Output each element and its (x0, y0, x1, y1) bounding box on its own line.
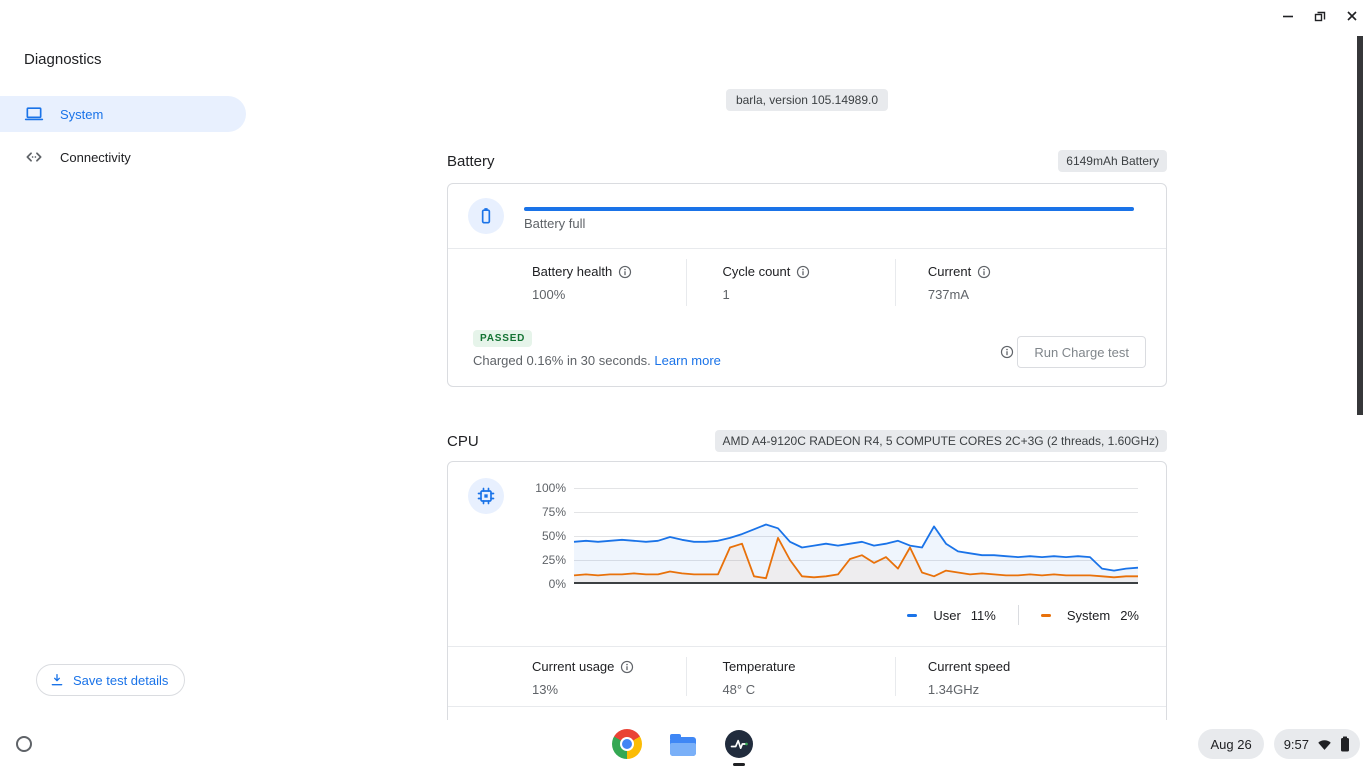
sidebar-item-system[interactable]: System (0, 96, 246, 132)
ytick-100: 100% (456, 481, 566, 495)
chrome-app-button[interactable] (611, 728, 643, 760)
laptop-icon (24, 104, 44, 124)
restore-icon (1312, 8, 1328, 24)
battery-section-header: Battery 6149mAh Battery (447, 150, 1167, 172)
status-area: Aug 26 9:57 (1198, 729, 1360, 759)
date-label: Aug 26 (1210, 737, 1251, 752)
cpu-model-badge: AMD A4-9120C RADEON R4, 5 COMPUTE CORES … (715, 430, 1167, 452)
user-legend-dash (907, 614, 917, 617)
cpu-chart-legend: User 11% System 2% (907, 605, 1139, 625)
cpu-stats-row: Current usage 13% Temperature 48° C Curr… (448, 646, 1166, 706)
battery-icon (476, 206, 496, 226)
ytick-25: 25% (456, 553, 566, 567)
save-test-details-button[interactable]: Save test details (36, 664, 185, 696)
battery-status-icon (1340, 736, 1350, 752)
battery-capacity-badge: 6149mAh Battery (1058, 150, 1167, 172)
save-test-details-label: Save test details (73, 673, 168, 688)
current-usage-value: 13% (532, 682, 686, 697)
info-icon[interactable] (618, 265, 632, 279)
temperature-value: 48° C (722, 682, 894, 697)
diagnostics-app-button[interactable] (723, 728, 755, 760)
current-label: Current (928, 264, 971, 279)
ytick-0: 0% (456, 577, 566, 591)
close-icon (1344, 8, 1360, 24)
learn-more-link[interactable]: Learn more (654, 353, 720, 368)
battery-section-title: Battery (447, 153, 495, 170)
shelf: Aug 26 9:57 (0, 720, 1366, 768)
charge-test-result-text: Charged 0.16% in 30 seconds. (473, 353, 651, 368)
cpu-section-title: CPU (447, 433, 479, 450)
app-title: Diagnostics (24, 51, 102, 68)
sidebar-nav: System Connectivity (0, 96, 246, 182)
connectivity-icon (24, 147, 44, 167)
launcher-button[interactable] (8, 728, 40, 760)
battery-health-value: 100% (532, 287, 686, 302)
scrollbar-thumb[interactable] (1357, 36, 1363, 415)
shelf-apps (611, 728, 755, 760)
window-controls (1278, 6, 1362, 26)
info-icon[interactable] (977, 265, 991, 279)
battery-card: Battery full Battery health 100% Cycle c… (447, 183, 1167, 387)
date-pill[interactable]: Aug 26 (1198, 729, 1263, 759)
launcher-icon (16, 736, 32, 752)
current-value: 737mA (928, 287, 1166, 302)
time-label: 9:57 (1284, 737, 1309, 752)
system-tray[interactable]: 9:57 (1274, 729, 1360, 759)
user-legend-value: 11% (971, 608, 996, 623)
battery-status-label: Battery full (524, 216, 585, 231)
current-speed-label: Current speed (928, 659, 1010, 674)
ytick-75: 75% (456, 505, 566, 519)
restore-button[interactable] (1310, 6, 1330, 26)
sidebar-item-connectivity[interactable]: Connectivity (0, 139, 246, 175)
sidebar-item-label: System (60, 107, 103, 122)
sidebar-item-label: Connectivity (60, 150, 131, 165)
board-version-chip: barla, version 105.14989.0 (726, 89, 888, 111)
current-speed-value: 1.34GHz (928, 682, 1166, 697)
cycle-count-value: 1 (722, 287, 894, 302)
passed-badge: PASSED (473, 330, 532, 347)
battery-icon-circle (468, 198, 504, 234)
info-icon[interactable] (1000, 345, 1014, 359)
battery-stats-row: Battery health 100% Cycle count 1 (448, 248, 1166, 316)
run-charge-test-button[interactable]: Run Charge test (1017, 336, 1146, 368)
legend-divider (1018, 605, 1019, 625)
cpu-section-header: CPU AMD A4-9120C RADEON R4, 5 COMPUTE CO… (447, 430, 1167, 452)
cycle-count-label: Cycle count (722, 264, 790, 279)
minimize-button[interactable] (1278, 6, 1298, 26)
wifi-icon (1317, 737, 1332, 752)
battery-health-label: Battery health (532, 264, 612, 279)
files-icon (670, 737, 696, 756)
user-legend-label: User (933, 608, 960, 623)
cpu-usage-chart (574, 488, 1138, 584)
chrome-icon (612, 729, 642, 759)
close-button[interactable] (1342, 6, 1362, 26)
download-icon (49, 672, 65, 688)
diagnostics-icon (725, 730, 753, 758)
info-icon[interactable] (796, 265, 810, 279)
current-usage-label: Current usage (532, 659, 614, 674)
temperature-label: Temperature (722, 659, 795, 674)
info-icon[interactable] (620, 660, 634, 674)
active-app-indicator (733, 763, 745, 766)
system-legend-label: System (1067, 608, 1110, 623)
cpu-card: 100% 75% 50% 25% 0% User 11% System 2 (447, 461, 1167, 756)
battery-charge-bar (524, 207, 1134, 211)
minimize-icon (1280, 8, 1296, 24)
battery-test-row: PASSED Charged 0.16% in 30 seconds. Lear… (448, 316, 1166, 386)
system-legend-value: 2% (1120, 608, 1139, 623)
ytick-50: 50% (456, 529, 566, 543)
files-app-button[interactable] (667, 728, 699, 760)
battery-charge-bar-fill (524, 207, 1134, 211)
system-legend-dash (1041, 614, 1051, 617)
